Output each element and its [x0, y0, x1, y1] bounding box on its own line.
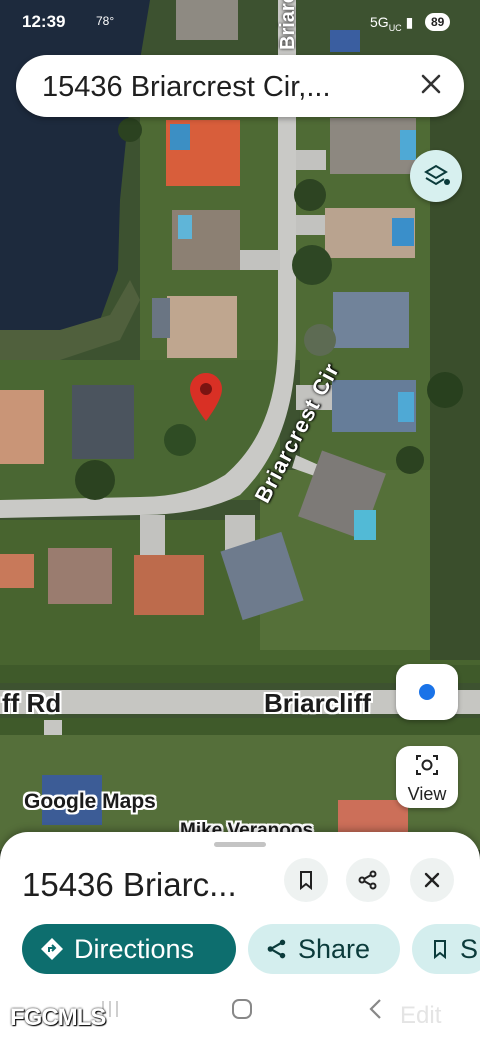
battery-indicator: 89 — [425, 13, 451, 31]
save-label: S — [460, 933, 479, 964]
close-icon[interactable] — [416, 69, 446, 99]
share-icon — [266, 938, 288, 960]
search-query[interactable]: 15436 Briarcrest Cir,... — [42, 71, 331, 104]
google-maps-attribution: Google Maps — [24, 790, 156, 813]
my-location-button[interactable] — [396, 664, 458, 720]
back-icon[interactable] — [366, 997, 386, 1021]
layers-icon — [424, 164, 450, 186]
search-bar[interactable]: 15436 Briarcrest Cir,... — [16, 55, 464, 117]
close-icon — [424, 872, 440, 888]
status-bar: 12:39 78° 5GUC ▮ 89 — [0, 0, 480, 44]
share-label: Share — [298, 933, 371, 964]
location-pin-icon[interactable] — [190, 373, 222, 423]
bookmark-icon — [300, 871, 312, 890]
place-title: 15436 Briarc... — [22, 866, 237, 903]
share-button[interactable]: Share — [248, 924, 400, 974]
status-temperature: 78° — [96, 14, 115, 28]
directions-icon — [40, 937, 64, 961]
save-icon-button[interactable] — [284, 858, 328, 902]
status-network: 5GUC ▮ — [370, 14, 414, 33]
close-sheet-button[interactable] — [410, 858, 454, 902]
drag-handle[interactable] — [214, 842, 266, 847]
share-icon — [358, 870, 377, 890]
layers-button[interactable] — [410, 150, 462, 202]
street-label-right: Briarcliff — [264, 688, 371, 718]
view-label: View — [407, 784, 447, 804]
home-icon[interactable] — [230, 997, 254, 1021]
edit-label: Edit — [400, 1002, 442, 1029]
bookmark-icon — [430, 938, 450, 960]
view-camera-icon — [416, 755, 438, 775]
view-button[interactable]: View — [396, 746, 458, 808]
save-button[interactable]: S — [412, 924, 480, 974]
satellite-map[interactable]: Briarcrest Cir Briarcrest Cir ff Rd Bria… — [0, 0, 480, 850]
street-label-left: ff Rd — [2, 688, 62, 718]
status-time: 12:39 — [22, 12, 66, 31]
watermark: FGCMLS — [10, 1004, 106, 1031]
my-location-icon — [419, 684, 435, 700]
directions-label: Directions — [74, 933, 195, 964]
directions-button[interactable]: Directions — [22, 924, 236, 974]
share-icon-button[interactable] — [346, 858, 390, 902]
